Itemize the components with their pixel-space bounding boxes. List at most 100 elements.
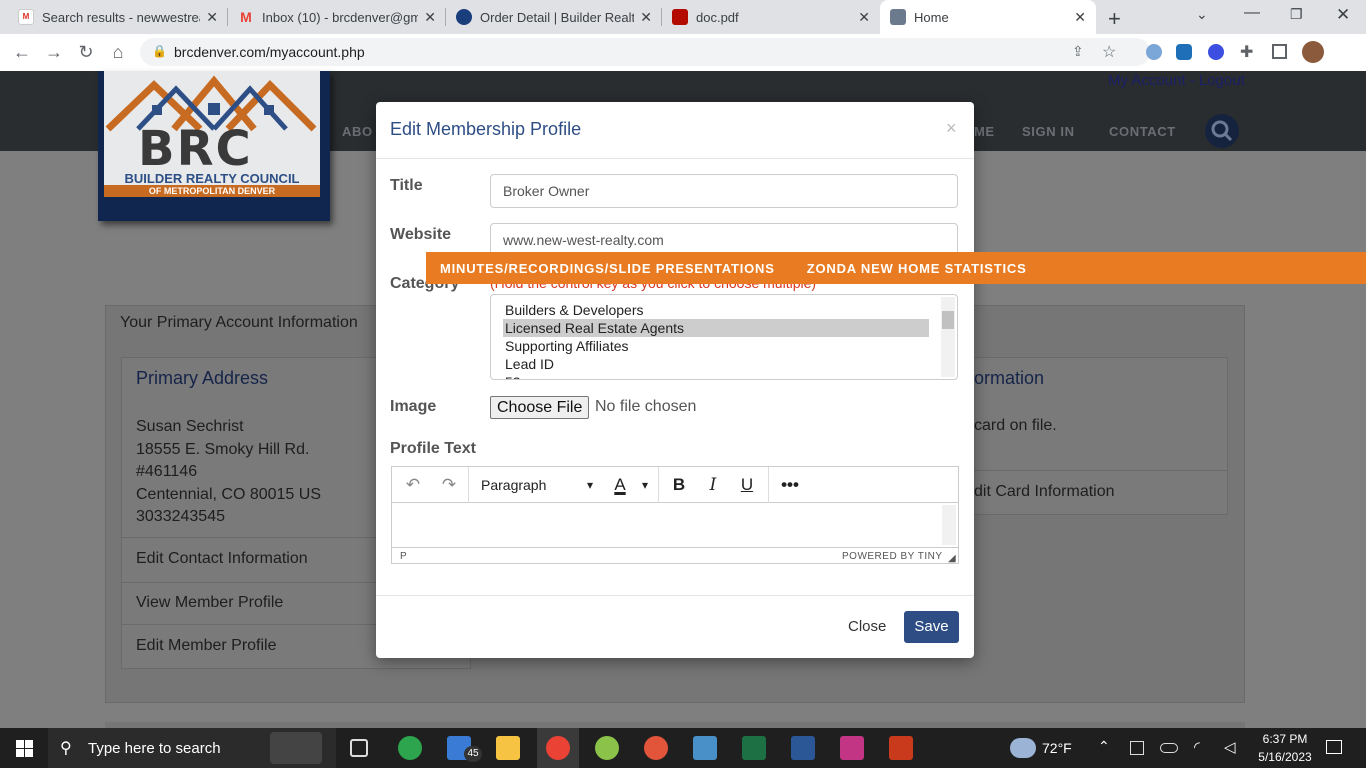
app-icon[interactable]: [595, 736, 619, 760]
resize-handle-icon[interactable]: ◢: [948, 553, 956, 564]
minimize-icon[interactable]: —: [1244, 4, 1260, 22]
lock-icon: 🔒: [152, 44, 167, 58]
category-select[interactable]: Builders & Developers Licensed Real Esta…: [490, 294, 958, 380]
app-icon[interactable]: [644, 736, 668, 760]
word-icon[interactable]: [791, 736, 815, 760]
extension-icon[interactable]: [1176, 44, 1192, 60]
category-scrollbar[interactable]: [941, 297, 955, 377]
element-path: P: [400, 551, 407, 562]
modal-close-icon[interactable]: ×: [946, 118, 957, 139]
nav-contact[interactable]: CONTACT: [1109, 124, 1176, 139]
close-button[interactable]: Close: [848, 618, 886, 635]
redo-icon[interactable]: ↷: [434, 467, 464, 503]
windows-start-icon[interactable]: [16, 740, 33, 762]
task-view-icon[interactable]: [350, 739, 368, 757]
edit-profile-link[interactable]: Edit Member Profile: [136, 637, 277, 655]
avatar[interactable]: [1302, 41, 1324, 63]
brc-logo[interactable]: BRC BUILDER REALTY COUNCIL OF METROPOLIT…: [98, 71, 330, 221]
category-option-selected[interactable]: Licensed Real Estate Agents: [503, 319, 929, 337]
back-icon[interactable]: ←: [8, 38, 36, 66]
tab-doc-pdf[interactable]: doc.pdf ✕: [662, 0, 880, 34]
edit-card-link[interactable]: dit Card Information: [974, 483, 1115, 501]
editor-scrollbar[interactable]: [942, 505, 956, 545]
more-icon[interactable]: •••: [778, 467, 802, 503]
clock-date[interactable]: 5/16/2023: [1254, 750, 1316, 764]
close-tab-icon[interactable]: ✕: [424, 9, 436, 26]
puzzle-icon[interactable]: ✚: [1240, 42, 1253, 62]
nav-minutes-recordings[interactable]: MINUTES/RECORDINGS/SLIDE PRESENTATIONS: [440, 261, 775, 276]
view-profile-link[interactable]: View Member Profile: [136, 594, 283, 612]
clock-time[interactable]: 6:37 PM: [1257, 732, 1313, 746]
onedrive-icon[interactable]: [1160, 743, 1178, 753]
app-icon[interactable]: [693, 736, 717, 760]
powered-by-tiny[interactable]: POWERED BY TINY: [842, 551, 942, 562]
weather-temp[interactable]: 72°F: [1042, 740, 1072, 756]
search-icon[interactable]: [1205, 114, 1239, 148]
extension-icon[interactable]: [1208, 44, 1224, 60]
share-icon[interactable]: ⇪: [1072, 43, 1084, 60]
weather-icon[interactable]: [1010, 738, 1036, 758]
scrollbar-thumb[interactable]: [942, 311, 954, 329]
wifi-icon[interactable]: ◜: [1194, 738, 1200, 756]
chevron-down-icon[interactable]: ⌄: [1196, 6, 1208, 23]
browser-tab-strip: M Search results - newwestrealt ✕ M Inbo…: [0, 0, 1366, 34]
bold-icon[interactable]: B: [668, 467, 690, 503]
volume-icon[interactable]: ◁: [1224, 738, 1236, 756]
plus-icon[interactable]: +: [1108, 6, 1121, 32]
block-format-select[interactable]: Paragraph: [481, 477, 546, 493]
forward-icon[interactable]: →: [40, 38, 68, 66]
notification-icon[interactable]: [1326, 740, 1342, 754]
category-option[interactable]: Supporting Affiliates: [503, 337, 929, 355]
reload-icon[interactable]: ↻: [72, 38, 100, 66]
bookmark-star-icon[interactable]: ☆: [1102, 42, 1116, 62]
address-bar[interactable]: 🔒 brcdenver.com/myaccount.php ⇪ ☆: [140, 38, 1150, 66]
excel-icon[interactable]: [742, 736, 766, 760]
tab-search-results[interactable]: M Search results - newwestrealt ✕: [8, 0, 228, 34]
edit-contact-link[interactable]: Edit Contact Information: [136, 550, 308, 568]
close-tab-icon[interactable]: ✕: [640, 9, 652, 26]
italic-icon[interactable]: I: [702, 467, 724, 503]
undo-icon[interactable]: ↶: [398, 467, 428, 503]
close-window-icon[interactable]: ✕: [1336, 5, 1350, 25]
edit-profile-modal: Edit Membership Profile × Title Broker O…: [376, 102, 974, 658]
extension-icon[interactable]: [1146, 44, 1162, 60]
divider: [376, 595, 974, 596]
taskbar-search-box[interactable]: ⚲ Type here to search: [48, 728, 336, 768]
top-account-links[interactable]: My Account - Logout: [1108, 72, 1245, 89]
editor-content-area[interactable]: [392, 504, 958, 547]
close-tab-icon[interactable]: ✕: [1074, 9, 1086, 26]
chevron-down-icon[interactable]: ▾: [582, 467, 598, 503]
tab-home[interactable]: Home ✕: [880, 0, 1096, 34]
text-color-icon[interactable]: A: [610, 467, 630, 503]
category-option[interactable]: 53: [503, 373, 929, 379]
nav-zonda-statistics[interactable]: ZONDA NEW HOME STATISTICS: [807, 261, 1027, 276]
nav-about[interactable]: ABO: [342, 124, 373, 139]
instagram-icon[interactable]: [840, 736, 864, 760]
restore-icon[interactable]: ❐: [1290, 6, 1303, 23]
choose-file-button[interactable]: Choose File: [490, 396, 590, 419]
url-text[interactable]: brcdenver.com/myaccount.php: [174, 44, 365, 60]
account-heading: Your Primary Account Information: [120, 314, 358, 331]
no-file-text: No file chosen: [595, 398, 697, 415]
side-panel-icon[interactable]: [1272, 44, 1287, 59]
save-button[interactable]: Save: [904, 611, 959, 643]
device-icon[interactable]: [1130, 741, 1144, 755]
gmail-icon: M: [240, 9, 252, 25]
close-tab-icon[interactable]: ✕: [858, 9, 870, 26]
nav-sign-in[interactable]: SIGN IN: [1022, 124, 1075, 139]
tab-inbox[interactable]: M Inbox (10) - brcdenver@gma ✕: [228, 0, 446, 34]
title-input[interactable]: Broker Owner: [490, 174, 958, 208]
nav-home[interactable]: ME: [974, 124, 995, 139]
tab-order-detail[interactable]: Order Detail | Builder Realty C ✕: [446, 0, 662, 34]
home-icon[interactable]: ⌂: [104, 38, 132, 66]
chrome-icon[interactable]: [546, 736, 570, 760]
chevron-down-icon[interactable]: ▾: [638, 467, 652, 503]
file-explorer-icon[interactable]: [496, 736, 520, 760]
chevron-up-icon[interactable]: ⌃: [1098, 738, 1110, 755]
close-tab-icon[interactable]: ✕: [206, 9, 218, 26]
category-option[interactable]: Lead ID: [503, 355, 929, 373]
app-icon[interactable]: [889, 736, 913, 760]
category-option[interactable]: Builders & Developers: [503, 301, 929, 319]
underline-icon[interactable]: U: [736, 467, 758, 503]
edge-icon[interactable]: [398, 736, 422, 760]
